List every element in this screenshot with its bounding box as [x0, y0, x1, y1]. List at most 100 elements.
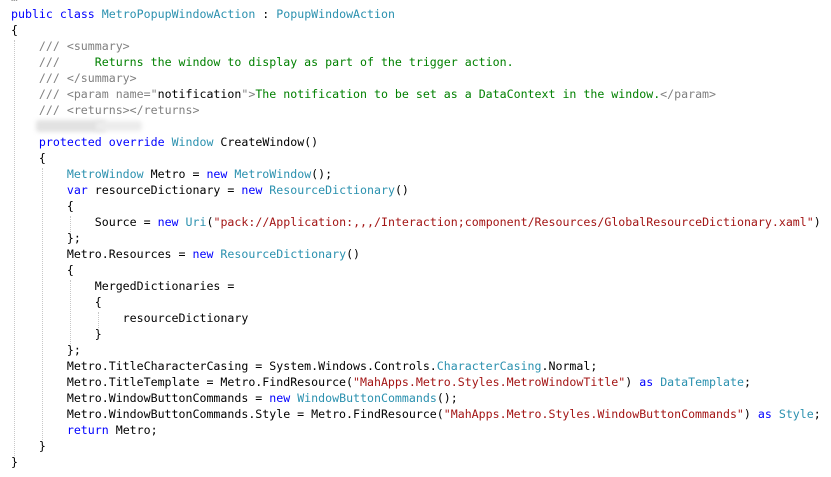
- code-line[interactable]: {: [11, 262, 74, 278]
- code-line[interactable]: /// <param name="notification">The notif…: [11, 86, 716, 102]
- code-token: PopupWindowAction: [276, 7, 395, 21]
- code-line[interactable]: Metro.WindowButtonCommands = new WindowB…: [11, 390, 458, 406]
- code-token: ;: [743, 375, 751, 389]
- code-token: return: [66, 423, 109, 437]
- code-token: as: [639, 375, 654, 389]
- code-editor[interactable]: … public class MetroPopupWindowAction : …: [0, 0, 831, 477]
- code-token: ///: [38, 103, 67, 117]
- code-token: ///: [38, 71, 67, 85]
- code-token: };: [11, 343, 81, 357]
- code-token: {: [11, 263, 74, 277]
- code-token: MergedDictionaries =: [11, 279, 235, 293]
- code-token: override: [108, 135, 165, 149]
- code-token: Metro.TitleCharacterCasing = System.Wind…: [11, 359, 437, 373]
- code-line[interactable]: {: [11, 294, 102, 310]
- code-line[interactable]: MetroWindow Metro = new MetroWindow();: [11, 166, 332, 182]
- code-token: CharacterCasing: [436, 359, 542, 373]
- code-token: MetroPopupWindowAction: [101, 7, 256, 21]
- code-token: ">: [241, 87, 256, 101]
- code-token: MetroWindow: [234, 167, 312, 181]
- code-line[interactable]: {: [11, 150, 46, 166]
- code-token: {: [11, 23, 18, 37]
- code-token: "MahApps.Metro.Styles.WindowButtonComman…: [443, 407, 744, 421]
- code-token: new: [206, 167, 228, 181]
- code-line[interactable]: return Metro;: [11, 422, 158, 438]
- code-token: Metro;: [108, 423, 158, 437]
- code-token: :: [255, 7, 277, 21]
- code-token: ///: [38, 55, 67, 69]
- code-line[interactable]: {: [11, 198, 74, 214]
- code-line[interactable]: }: [11, 326, 102, 342]
- code-line[interactable]: };: [11, 230, 81, 246]
- code-token: {: [11, 295, 102, 309]
- code-token: </param>: [660, 87, 717, 101]
- code-token: new: [157, 215, 179, 229]
- code-token: </summary>: [66, 71, 137, 85]
- code-token: <summary>: [66, 39, 130, 53]
- code-line[interactable]: Source = new Uri("pack://Application:,,,…: [11, 214, 821, 230]
- code-line[interactable]: /// Returns the window to display as par…: [11, 54, 514, 70]
- code-token: };: [11, 231, 81, 245]
- code-token: ResourceDictionary: [269, 183, 395, 197]
- redacted-area: [96, 121, 142, 131]
- code-token: (): [394, 183, 409, 197]
- code-token: .Normal;: [541, 359, 598, 373]
- code-token: "pack://Application:,,,/Interaction;comp…: [213, 215, 814, 229]
- code-token: Window: [171, 135, 214, 149]
- code-token: Source =: [11, 215, 158, 229]
- code-token: notification: [157, 87, 242, 101]
- code-token: new: [269, 391, 291, 405]
- code-token: ///: [38, 87, 67, 101]
- code-token: new: [241, 183, 263, 197]
- code-line[interactable]: Metro.TitleCharacterCasing = System.Wind…: [11, 358, 598, 374]
- code-line[interactable]: resourceDictionary: [11, 310, 249, 326]
- code-token: ResourceDictionary: [220, 247, 347, 261]
- code-token: {: [11, 199, 74, 213]
- code-token: }: [11, 327, 102, 341]
- code-line[interactable]: }: [11, 454, 18, 470]
- code-line[interactable]: /// <returns></returns>: [11, 102, 200, 118]
- code-line[interactable]: Metro.Resources = new ResourceDictionary…: [11, 246, 360, 262]
- code-line[interactable]: };: [11, 342, 81, 358]
- code-token: class: [59, 7, 95, 21]
- code-token: "MahApps.Metro.Styles.MetroWindowTitle": [353, 375, 626, 389]
- code-line[interactable]: MergedDictionaries =: [11, 278, 235, 294]
- code-token: <returns></returns>: [66, 103, 200, 117]
- code-token: Style: [778, 407, 814, 421]
- code-token: The notification to be set as a DataCont…: [255, 87, 661, 101]
- code-line[interactable]: }: [11, 438, 46, 454]
- code-token: as: [757, 407, 772, 421]
- code-line[interactable]: var resourceDictionary = new ResourceDic…: [11, 182, 409, 198]
- code-token: }: [11, 439, 46, 453]
- code-line[interactable]: {: [11, 22, 18, 38]
- code-line[interactable]: public class MetroPopupWindowAction : Po…: [11, 6, 395, 22]
- code-token: public: [11, 7, 53, 21]
- code-line[interactable]: protected override Window CreateWindow(): [11, 134, 318, 150]
- code-token: ): [625, 375, 640, 389]
- code-token: (): [346, 247, 361, 261]
- code-token: Uri: [185, 215, 207, 229]
- code-token: MetroWindow: [66, 167, 144, 181]
- code-token: ): [743, 407, 758, 421]
- code-line[interactable]: /// </summary>: [11, 70, 137, 86]
- code-token: Metro.WindowButtonCommands =: [11, 391, 270, 405]
- code-token: ();: [311, 167, 333, 181]
- code-token: ;: [813, 407, 821, 421]
- code-line[interactable]: Metro.TitleTemplate = Metro.FindResource…: [11, 374, 751, 390]
- code-token: Returns the window to display as part of…: [66, 55, 514, 69]
- code-line[interactable]: Metro.WindowButtonCommands.Style = Metro…: [11, 406, 821, 422]
- code-line[interactable]: /// <summary>: [11, 38, 130, 54]
- code-token: WindowButtonCommands: [297, 391, 437, 405]
